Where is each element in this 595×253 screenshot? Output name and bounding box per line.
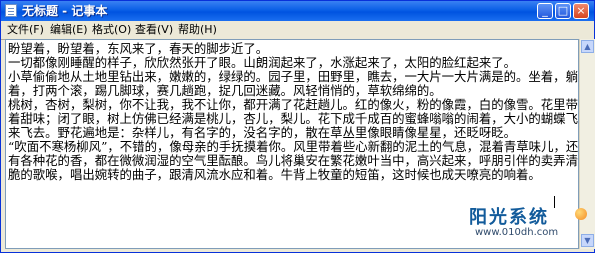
document-line: 着，打两个滚，踢几脚球，赛几趟跑，捉几回迷藏。风轻悄悄的，草软绵绵的。 xyxy=(8,83,442,98)
window-title: 无标题 - 记事本 xyxy=(22,4,108,18)
notepad-icon xyxy=(5,4,17,17)
close-button[interactable]: × xyxy=(573,3,589,19)
notepad-window: 无标题 - 记事本 _ □ × 文件(F) 编辑(E) 格式(O) 查看(V) … xyxy=(0,0,595,253)
menu-view[interactable]: 查看(V) xyxy=(135,22,173,38)
document-line: 桃树，杏树，梨树，你不让我，我不让你，都开满了花赶趟儿。红的像火，粉的像霞，白的… xyxy=(8,97,578,112)
document-line: 着甜味；闭了眼，树上仿佛已经满是桃儿，杏儿，梨儿。花下成千成百的蜜蜂嗡嗡的闹着，… xyxy=(8,111,578,126)
watermark-title: 阳光系统 xyxy=(469,207,549,228)
document-line: 有各种花的香，都在微微润湿的空气里酝酿。鸟儿将巢安在繁花嫩叶当中，高兴起来，呼朋… xyxy=(8,153,578,168)
menu-format[interactable]: 格式(O) xyxy=(92,22,131,38)
menu-file[interactable]: 文件(F) xyxy=(7,22,44,38)
menu-edit[interactable]: 编辑(E) xyxy=(50,22,88,38)
document-line: 脆的歌喉，唱出婉转的曲子，跟清风流水应和着。牛背上牧童的短笛，这时候也成天嘹亮的… xyxy=(8,167,541,182)
site-watermark: 阳光系统 www.010dh.com xyxy=(455,203,594,252)
sun-icon xyxy=(575,208,587,220)
maximize-button[interactable]: □ xyxy=(555,3,571,19)
document-line: 小草偷偷地从土地里钻出来，嫩嫩的，绿绿的。园子里，田野里，瞧去，一大片一大片满是… xyxy=(8,69,578,84)
scroll-up-button[interactable]: ▲ xyxy=(581,40,594,53)
document-line: 一切都像刚睡醒的样子，欣欣然张开了眼。山朗润起来了，水涨起来了，太阳的脸红起来了… xyxy=(8,55,517,70)
watermark-url: www.010dh.com xyxy=(475,227,559,238)
document-line: “吹面不寒杨柳风”，不错的，像母亲的手抚摸着你。风里带着些心新翻的泥土的气息，混… xyxy=(8,139,579,154)
document-line: 来飞去。野花遍地是：杂样儿，有名字的，没名字的，散在草丛里像眼睛像星星，还眨呀眨… xyxy=(8,125,517,140)
document-line: 盼望着，盼望着，东风来了，春天的脚步近了。 xyxy=(8,41,269,56)
title-bar[interactable]: 无标题 - 记事本 _ □ × xyxy=(1,1,594,21)
menu-help[interactable]: 帮助(H) xyxy=(178,22,217,38)
minimize-button[interactable]: _ xyxy=(537,3,553,19)
menu-bar: 文件(F) 编辑(E) 格式(O) 查看(V) 帮助(H) xyxy=(1,21,594,40)
